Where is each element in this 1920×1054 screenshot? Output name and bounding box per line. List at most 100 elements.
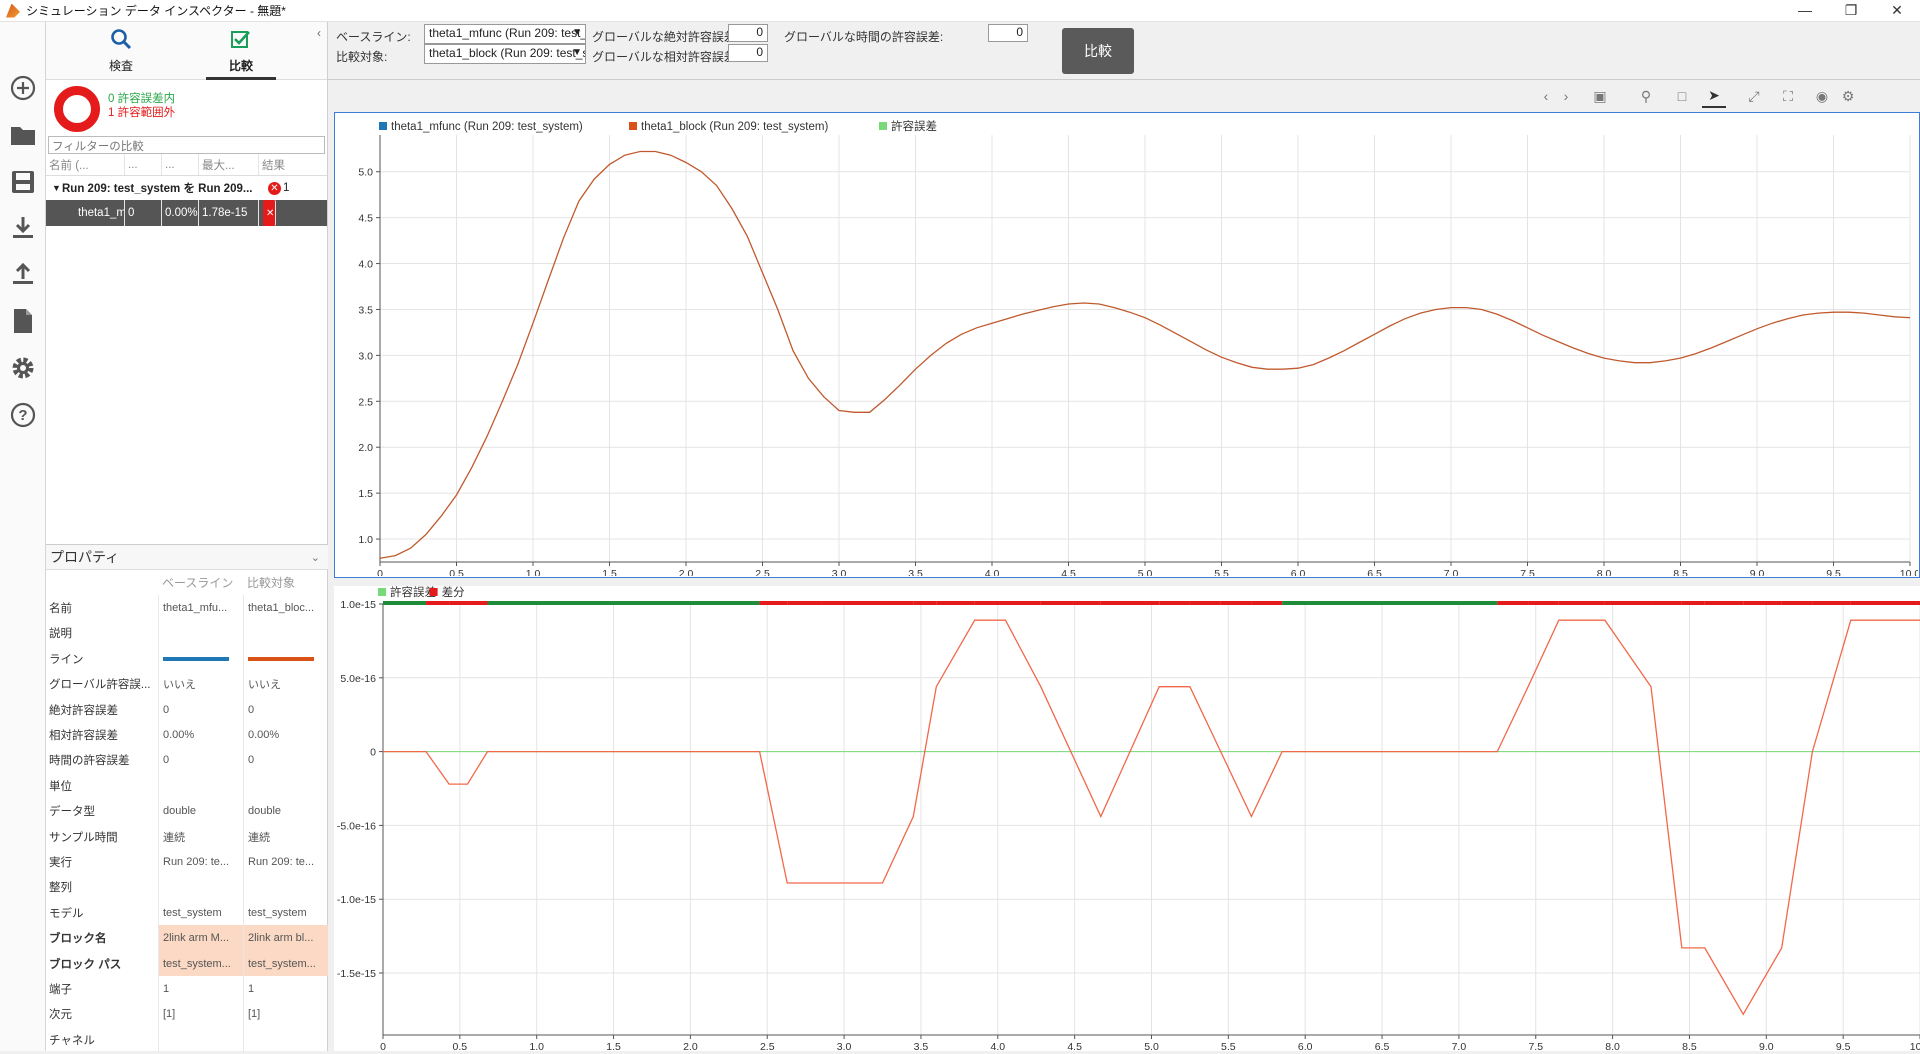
property-baseline-value: 0 bbox=[158, 696, 243, 723]
x-tick-label: 0 bbox=[380, 1041, 386, 1051]
settings-gear-icon[interactable] bbox=[7, 352, 39, 384]
property-row[interactable]: ブロック名 2link arm M... 2link arm bl... bbox=[46, 925, 328, 951]
col-header-max[interactable]: 最大... bbox=[199, 154, 259, 175]
folder-icon[interactable] bbox=[7, 119, 39, 151]
run-group-row[interactable]: ▼ Run 209: test_system を Run 209... ✕ 1 bbox=[46, 176, 327, 200]
tolerance-status-segment bbox=[974, 601, 1006, 605]
layout-icon[interactable]: ▣ bbox=[1588, 84, 1612, 108]
fullscreen-icon[interactable]: ⛶ bbox=[1776, 84, 1800, 108]
x-tick-label: 1.0 bbox=[526, 568, 541, 576]
collapse-panel-icon[interactable]: ‹ bbox=[317, 26, 321, 40]
compare-to-select[interactable]: theta1_block (Run 209: test_s ▼ bbox=[424, 44, 586, 64]
x-tick-label: 10.0 bbox=[1900, 568, 1918, 576]
window-title: シミュレーション データ インスペクター - 無題* bbox=[26, 4, 286, 18]
tolerance-status-segment bbox=[936, 601, 975, 605]
property-row[interactable]: 絶対許容誤差 0 0 bbox=[46, 696, 328, 723]
export-icon[interactable] bbox=[7, 258, 39, 290]
property-row[interactable]: 説明 bbox=[46, 620, 328, 647]
x-tick-label: 2.5 bbox=[755, 568, 770, 576]
camera-snapshot-icon[interactable]: ◉ bbox=[1810, 84, 1834, 108]
left-toolbar: ? bbox=[0, 22, 46, 1051]
tab-compare[interactable]: 比較 bbox=[206, 28, 276, 80]
x-tick-label: 6.5 bbox=[1367, 568, 1382, 576]
property-compare-value: [1] bbox=[243, 1001, 328, 1028]
property-row[interactable]: データ型 double double bbox=[46, 798, 328, 824]
property-compare-value: いいえ bbox=[243, 671, 328, 697]
expand-triangle-icon[interactable]: ▼ bbox=[52, 183, 61, 193]
signal-plot[interactable]: theta1_mfunc (Run 209: test_system) theta… bbox=[334, 112, 1920, 580]
property-baseline-value bbox=[158, 874, 243, 901]
x-tick-label: 5.0 bbox=[1144, 1041, 1159, 1051]
x-tick-label: 3.0 bbox=[832, 568, 847, 576]
x-tick-label: 6.0 bbox=[1298, 1041, 1313, 1051]
property-compare-value bbox=[243, 1027, 328, 1053]
cursor-select-icon[interactable]: ➤ bbox=[1702, 84, 1726, 108]
property-compare-value bbox=[243, 773, 328, 799]
tab-inspect[interactable]: 検査 bbox=[86, 28, 156, 74]
x-tick-label: 1.0 bbox=[529, 1041, 544, 1051]
zoom-icon[interactable]: ⚲ bbox=[1634, 84, 1658, 108]
property-key: 端子 bbox=[49, 983, 72, 996]
x-tick-label: 3.5 bbox=[908, 568, 923, 576]
fail-count: 1 bbox=[283, 182, 290, 194]
filter-input[interactable]: フィルターの比較 bbox=[48, 136, 325, 154]
fit-to-view-icon[interactable]: □ bbox=[1670, 84, 1694, 108]
properties-header[interactable]: プロパティ ⌄ bbox=[46, 544, 328, 570]
property-row[interactable]: 実行 Run 209: te... Run 209: te... bbox=[46, 849, 328, 875]
tolerance-status-segment bbox=[1558, 601, 1605, 605]
close-button[interactable]: ✕ bbox=[1874, 0, 1920, 22]
x-tick-label: 1.5 bbox=[606, 1041, 621, 1051]
property-row[interactable]: 端子 1 1 bbox=[46, 976, 328, 1002]
tolerance-status-segment bbox=[1528, 601, 1559, 605]
minimize-button[interactable]: — bbox=[1782, 0, 1828, 22]
fail-x-icon: ✕ bbox=[268, 181, 281, 195]
report-icon[interactable] bbox=[7, 305, 39, 337]
tolerance-status-segment bbox=[467, 601, 488, 605]
chevron-down-icon[interactable]: ⌄ bbox=[311, 551, 320, 564]
save-icon[interactable] bbox=[7, 166, 39, 198]
col-header-3[interactable]: ... bbox=[162, 154, 199, 175]
property-baseline-value: [1] bbox=[158, 1001, 243, 1028]
property-row[interactable]: 時間の許容誤差 0 0 bbox=[46, 747, 328, 774]
baseline-select[interactable]: theta1_mfunc (Run 209: test_ ▼ bbox=[424, 24, 586, 44]
property-key: 名前 bbox=[49, 603, 72, 616]
property-key: 実行 bbox=[49, 856, 72, 869]
property-row[interactable]: チャネル bbox=[46, 1027, 328, 1053]
col-header-result[interactable]: 結果 bbox=[259, 154, 315, 175]
add-icon[interactable] bbox=[7, 72, 39, 104]
plot-settings-gear-icon[interactable]: ⚙ bbox=[1836, 84, 1860, 108]
property-row[interactable]: ライン bbox=[46, 646, 328, 672]
global-rel-tol-input[interactable]: 0 bbox=[728, 44, 768, 62]
help-icon[interactable]: ? bbox=[7, 399, 39, 431]
import-icon[interactable] bbox=[7, 212, 39, 244]
property-row[interactable]: 名前 theta1_mfu... theta1_bloc... bbox=[46, 595, 328, 621]
property-key: 次元 bbox=[49, 1009, 72, 1022]
global-abs-tol-input[interactable]: 0 bbox=[728, 24, 768, 42]
maximize-button[interactable]: ❐ bbox=[1828, 0, 1874, 22]
comparison-settings-bar: ベースライン: theta1_mfunc (Run 209: test_ ▼ 比… bbox=[328, 22, 1920, 80]
col-header-2[interactable]: ... bbox=[125, 154, 162, 175]
run-group-label: Run 209: test_system を Run 209... bbox=[62, 183, 253, 195]
property-row[interactable]: グローバル許容誤... いいえ いいえ bbox=[46, 671, 328, 697]
expand-arrows-icon[interactable]: ⤢ bbox=[1742, 84, 1766, 108]
property-row[interactable]: 整列 bbox=[46, 874, 328, 901]
property-row[interactable]: モデル test_system test_system bbox=[46, 900, 328, 926]
compare-button[interactable]: 比較 bbox=[1062, 28, 1134, 74]
forward-icon[interactable]: › bbox=[1554, 84, 1578, 108]
property-row[interactable]: ブロック パス test_system... test_system... bbox=[46, 950, 328, 977]
tolerance-status-segment bbox=[426, 601, 450, 605]
difference-plot[interactable]: 許容誤差 差分 0 0.5 1.0 1.5 2.0 2.5 3.0 3.5 4.0 4.5 5.0 5.5… bbox=[334, 585, 1920, 1053]
tolerance-status-segment bbox=[1704, 601, 1744, 605]
property-key: 相対許容誤差 bbox=[49, 730, 118, 743]
property-row[interactable]: 単位 bbox=[46, 773, 328, 799]
property-row[interactable]: 相対許容誤差 0.00% 0.00% bbox=[46, 722, 328, 748]
legend-label: theta1_mfunc (Run 209: test_system) bbox=[391, 121, 583, 133]
tolerance-status-segment bbox=[1251, 601, 1283, 605]
global-time-tol-input[interactable]: 0 bbox=[988, 24, 1028, 42]
property-key: モデル bbox=[49, 907, 84, 920]
legend-label: 許容誤差 bbox=[390, 586, 436, 599]
property-row[interactable]: サンプル時間 連続 連続 bbox=[46, 823, 328, 850]
comparison-row-selected[interactable]: theta1_mfunc 0 0.00% 1.78e-15 ✕ bbox=[46, 200, 327, 226]
col-header-name[interactable]: 名前 (... bbox=[46, 154, 125, 175]
property-row[interactable]: 次元 [1] [1] bbox=[46, 1001, 328, 1028]
